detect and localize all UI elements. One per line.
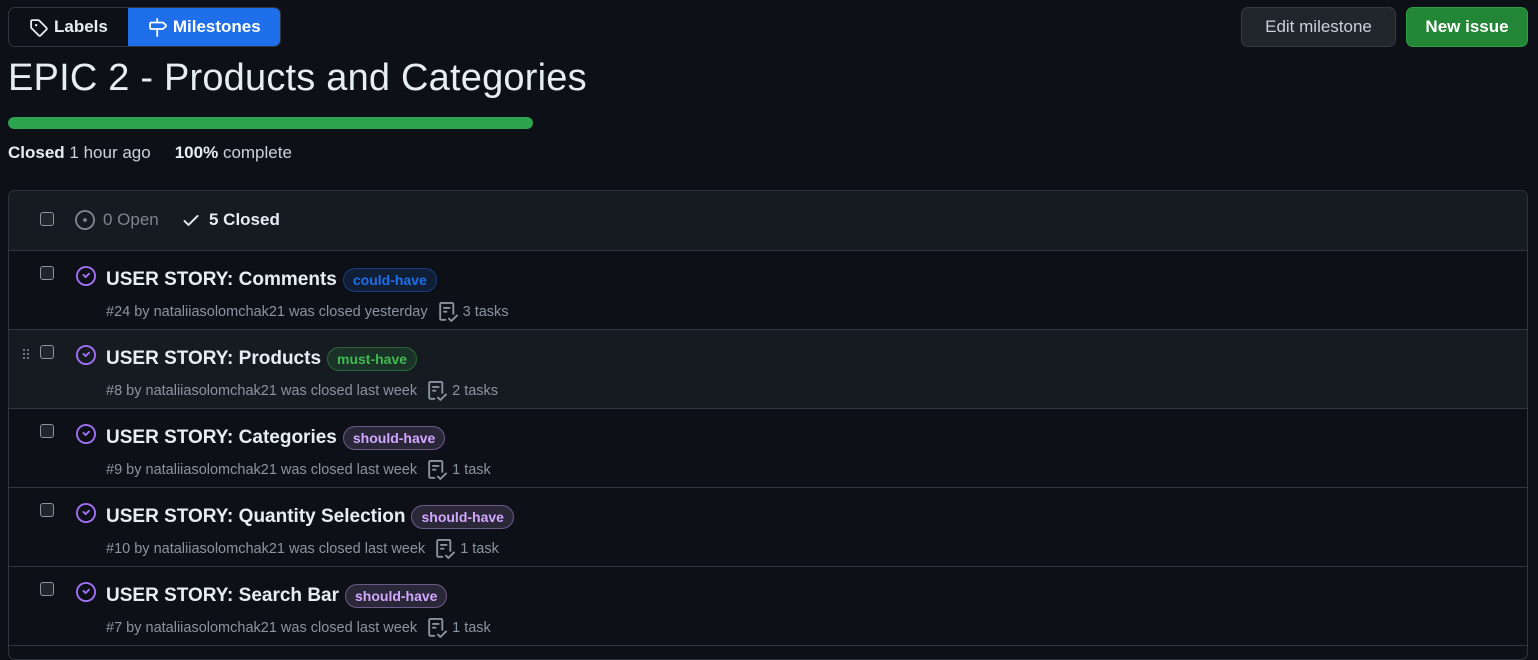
progress-fill [8,117,533,129]
issue-row[interactable]: USER STORY: Quantity Selection should-ha… [9,488,1527,567]
milestone-title: EPIC 2 - Products and Categories [8,57,587,99]
task-list-summary[interactable]: 2 tasks [427,381,498,401]
task-list-summary[interactable]: 1 task [427,618,491,638]
issue-row[interactable]: USER STORY: Comments could-have #24 by n… [9,251,1527,330]
issue-title-line: USER STORY: Categories should-have [106,426,446,450]
issue-meta-text: #8 by nataliiasolomchak21 was closed las… [106,383,418,399]
check-icon [183,215,199,226]
issue-label[interactable]: could-have [342,268,437,292]
issue-row[interactable]: USER STORY: Categories should-have #9 by… [9,409,1527,488]
task-count: 1 task [460,541,499,557]
task-list-summary[interactable]: 1 task [427,460,491,480]
issue-title-line: USER STORY: Comments could-have [106,268,437,292]
tasklist-icon [436,539,456,559]
issue-title-link[interactable]: USER STORY: Comments [106,269,337,291]
issue-label[interactable]: must-have [327,347,418,371]
filter-open-text: 0 Open [103,210,159,229]
issue-title-line: USER STORY: Quantity Selection should-ha… [106,505,514,529]
issue-meta-text: #10 by nataliiasolomchak21 was closed la… [106,541,426,557]
issue-checkbox[interactable] [40,345,54,359]
issue-label[interactable]: should-have [345,584,448,608]
issue-meta: #9 by nataliiasolomchak21 was closed las… [106,460,491,480]
milestone-icon [149,17,167,37]
issue-title-link[interactable]: USER STORY: Products [106,348,321,370]
filter-closed-text: 5 Closed [209,210,280,229]
top-bar: Labels Milestones Edit milestone New iss… [8,7,1528,47]
issue-meta: #7 by nataliiasolomchak21 was closed las… [106,618,491,638]
percent-complete: 100% [174,143,219,162]
milestone-progress-bar [8,117,533,129]
issue-row[interactable]: USER STORY: Products must-have #8 by nat… [9,330,1527,409]
closed-word: Closed [8,143,65,162]
complete-word: complete [222,143,292,162]
filter-closed[interactable]: 5 Closed [181,210,280,230]
issue-title-line: USER STORY: Search Bar should-have [106,584,448,608]
issue-label[interactable]: should-have [342,426,446,450]
task-list-summary[interactable]: 1 task [435,539,499,559]
issue-closed-icon [76,582,96,602]
new-issue-button[interactable]: New issue [1406,7,1528,47]
subnav-milestones-text: Milestones [172,17,261,36]
issue-label[interactable]: should-have [411,505,514,529]
issue-list: USER STORY: Comments could-have #24 by n… [9,251,1527,646]
edit-milestone-button[interactable]: Edit milestone [1241,7,1396,47]
task-count: 2 tasks [452,383,499,399]
issue-title-link[interactable]: USER STORY: Categories [106,427,337,449]
issue-title-link[interactable]: USER STORY: Search Bar [106,585,339,607]
tasklist-icon [428,618,448,638]
issue-row[interactable]: USER STORY: Search Bar should-have #7 by… [9,567,1527,646]
issues-box: 0 Open 5 Closed USER STORY: Comments cou… [8,190,1528,660]
issue-meta-text: #7 by nataliiasolomchak21 was closed las… [106,620,418,636]
tasklist-icon [438,302,458,322]
issue-title-line: USER STORY: Products must-have [106,347,418,371]
subnav-labels-text: Labels [54,17,108,36]
issue-checkbox[interactable] [40,582,54,596]
issue-checkbox[interactable] [40,266,54,280]
issue-closed-icon [76,424,96,444]
subnav-milestones[interactable]: Milestones [127,8,280,46]
issue-checkbox[interactable] [40,503,54,517]
tasklist-icon [428,460,448,480]
issue-meta: #10 by nataliiasolomchak21 was closed la… [106,539,499,559]
closed-time: 1 hour ago [69,143,151,162]
subnav: Labels Milestones [8,7,281,47]
subnav-labels[interactable]: Labels [9,8,128,46]
closed-status: Closed 1 hour ago [8,143,151,163]
issue-meta: #8 by nataliiasolomchak21 was closed las… [106,381,498,401]
issue-closed-icon [76,345,96,365]
issue-open-icon [75,210,95,230]
task-count: 1 task [452,620,491,636]
completion-status: 100% complete [175,143,292,163]
issues-box-header: 0 Open 5 Closed [9,191,1527,251]
issue-meta-text: #9 by nataliiasolomchak21 was closed las… [106,462,418,478]
task-list-summary[interactable]: 3 tasks [438,302,509,322]
issue-meta-text: #24 by nataliiasolomchak21 was closed ye… [106,304,428,320]
task-count: 3 tasks [462,304,509,320]
filter-open[interactable]: 0 Open [75,210,159,230]
tag-icon [30,18,48,37]
tasklist-icon [428,381,448,401]
issue-closed-icon [76,266,96,286]
issue-meta: #24 by nataliiasolomchak21 was closed ye… [106,302,509,322]
drag-handle-icon[interactable] [22,349,30,359]
issue-closed-icon [76,503,96,523]
milestone-meta: Closed 1 hour ago 100% complete [8,143,292,163]
select-all-checkbox[interactable] [40,212,54,226]
task-count: 1 task [452,462,491,478]
issue-title-link[interactable]: USER STORY: Quantity Selection [106,506,405,528]
issue-checkbox[interactable] [40,424,54,438]
